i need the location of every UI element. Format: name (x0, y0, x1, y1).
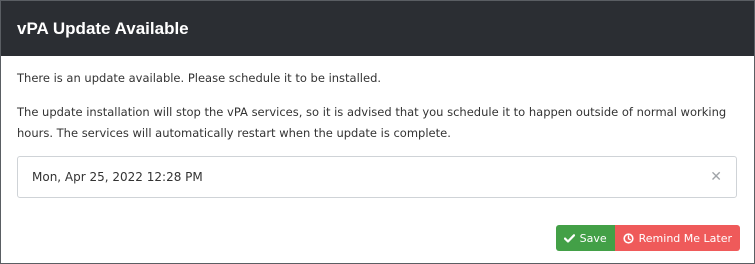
remind-me-later-button[interactable]: Remind Me Later (614, 225, 740, 251)
save-button-label: Save (579, 231, 607, 245)
update-available-message: There is an update available. Please sch… (17, 71, 382, 85)
clock-icon (623, 232, 634, 244)
check-icon (563, 233, 575, 243)
schedule-datetime-input[interactable]: Mon, Apr 25, 2022 12:28 PM ✕ (17, 156, 737, 198)
dialog-header: vPA Update Available (1, 1, 754, 56)
update-advice-message: The update installation will stop the vP… (17, 105, 727, 140)
remind-me-later-label: Remind Me Later (638, 231, 732, 245)
dialog-actions: Save Remind Me Later (555, 225, 740, 251)
dialog-body: There is an update available. Please sch… (1, 56, 754, 198)
close-icon[interactable]: ✕ (710, 170, 722, 184)
update-dialog: vPA Update Available There is an update … (0, 0, 755, 264)
dialog-title: vPA Update Available (17, 18, 189, 38)
save-button[interactable]: Save (555, 225, 615, 251)
schedule-datetime-value: Mon, Apr 25, 2022 12:28 PM (32, 170, 203, 184)
